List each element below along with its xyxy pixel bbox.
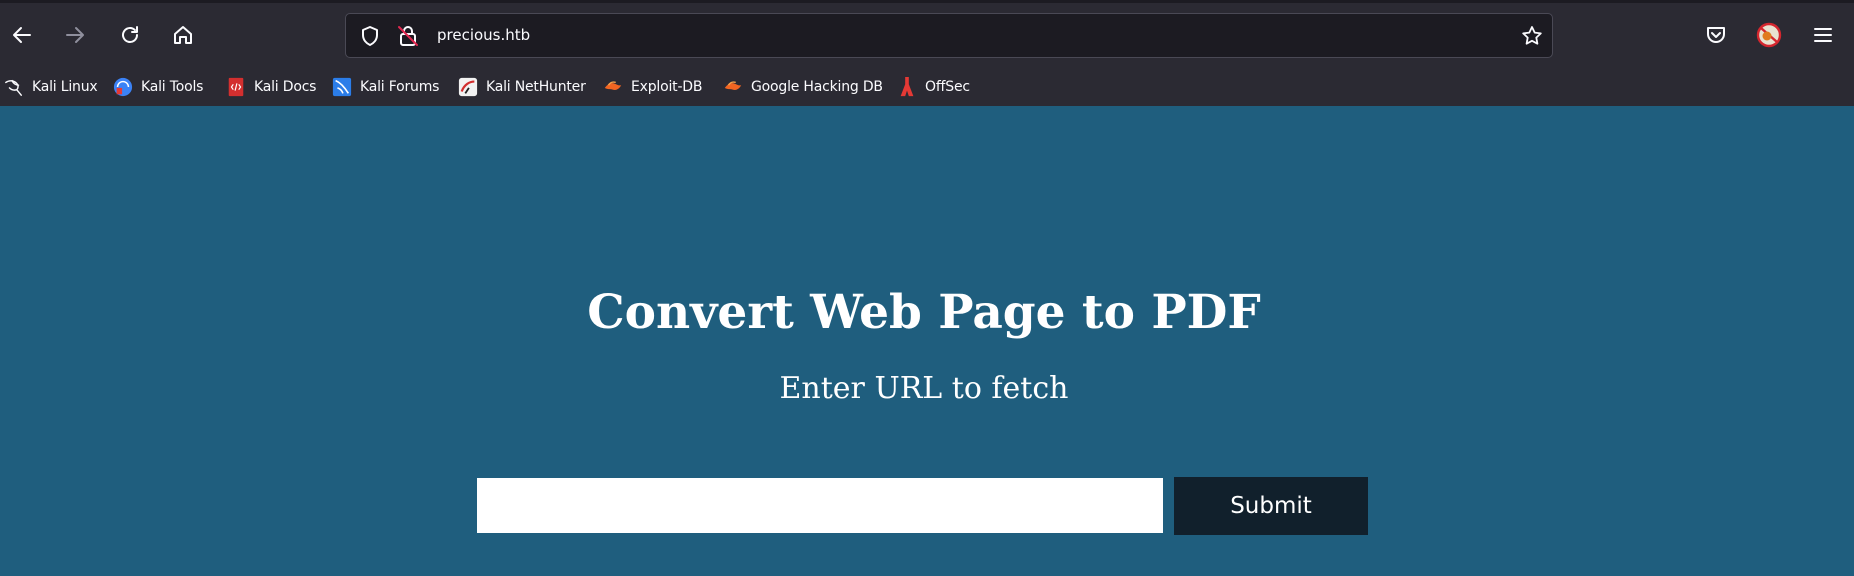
kali-docs-icon — [226, 77, 246, 97]
bookmark-offsec[interactable]: OffSec — [897, 75, 970, 99]
forward-button[interactable] — [59, 19, 91, 51]
star-icon[interactable] — [1520, 24, 1544, 48]
reload-button[interactable] — [114, 19, 146, 51]
offsec-icon — [897, 77, 917, 97]
pocket-button[interactable] — [1700, 19, 1732, 51]
bookmark-label: Kali Docs — [254, 79, 317, 95]
bookmark-kali-forums[interactable]: Kali Forums — [332, 75, 439, 99]
bookmark-kali-tools[interactable]: Kali Tools — [113, 75, 203, 99]
kali-tools-icon — [113, 77, 133, 97]
extension-icon — [1756, 22, 1782, 48]
back-button[interactable] — [6, 19, 38, 51]
url-input[interactable] — [477, 478, 1163, 533]
kali-dragon-icon — [4, 77, 24, 97]
pocket-icon — [1707, 27, 1725, 43]
bookmarks-toolbar: Kali Linux Kali Tools Kali Docs Kali For… — [0, 71, 1854, 103]
bookmark-label: OffSec — [925, 79, 970, 95]
bookmark-kali-nethunter[interactable]: Kali NetHunter — [458, 75, 586, 99]
reload-icon — [122, 26, 138, 43]
home-button[interactable] — [167, 19, 199, 51]
bookmark-label: Kali Linux — [32, 79, 98, 95]
url-text[interactable]: precious.htb — [437, 26, 530, 44]
arrow-left-icon — [13, 27, 31, 43]
ghdb-icon — [723, 77, 743, 97]
kali-forums-icon — [332, 77, 352, 97]
navigation-toolbar: precious.htb — [0, 6, 1854, 64]
bookmark-google-hacking-db[interactable]: Google Hacking DB — [723, 75, 883, 99]
browser-chrome: precious.htb Kali Linux Kali Tools Kali … — [0, 0, 1854, 106]
page-subtitle: Enter URL to fetch — [779, 371, 1069, 406]
address-bar[interactable]: precious.htb — [345, 13, 1553, 58]
bookmark-label: Kali Tools — [141, 79, 204, 95]
bookmark-kali-linux[interactable]: Kali Linux — [4, 75, 98, 99]
exploit-db-icon — [603, 77, 623, 97]
bookmark-label: Exploit-DB — [631, 79, 703, 95]
bookmark-label: Kali NetHunter — [486, 79, 586, 95]
page-title: Convert Web Page to PDF — [587, 285, 1261, 340]
home-icon — [174, 26, 192, 44]
extension-button[interactable] — [1753, 19, 1785, 51]
bookmark-exploit-db[interactable]: Exploit-DB — [603, 75, 702, 99]
page-content: Convert Web Page to PDF Enter URL to fet… — [0, 106, 1854, 576]
kali-nethunter-icon — [458, 77, 478, 97]
bookmark-label: Google Hacking DB — [751, 79, 883, 95]
submit-button[interactable]: Submit — [1174, 477, 1368, 535]
hamburger-menu-icon — [1814, 28, 1832, 42]
insecure-lock-icon[interactable] — [396, 24, 420, 48]
bookmark-kali-docs[interactable]: Kali Docs — [226, 75, 316, 99]
arrow-right-icon — [66, 27, 84, 43]
menu-button[interactable] — [1807, 19, 1839, 51]
bookmark-label: Kali Forums — [360, 79, 440, 95]
shield-icon[interactable] — [358, 24, 382, 48]
